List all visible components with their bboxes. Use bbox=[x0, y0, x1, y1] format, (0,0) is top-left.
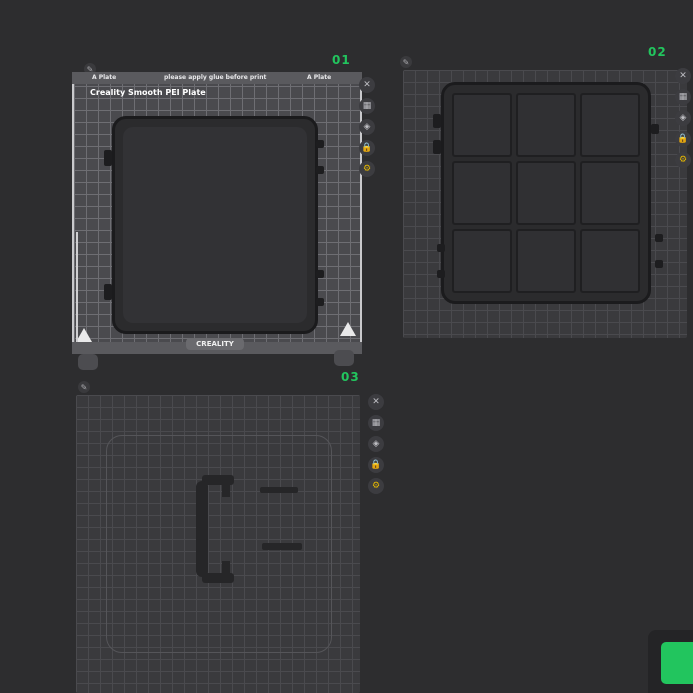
plate-01-toolbar: ✕ ▦ ◈ 🔒 ⚙ bbox=[359, 77, 375, 177]
plate-01-title: Creality Smooth PEI Plate bbox=[90, 88, 206, 97]
plate-03-edit-icon[interactable]: ✎ bbox=[78, 381, 90, 393]
bracket-spine bbox=[196, 481, 208, 577]
plate-01-header-left: A Plate bbox=[92, 74, 117, 81]
orient-icon[interactable]: ◈ bbox=[368, 436, 384, 452]
tray-handle bbox=[655, 234, 663, 242]
plate-02-edit-icon[interactable]: ✎ bbox=[400, 56, 412, 68]
tray-handle bbox=[316, 270, 324, 278]
edit-glyph: ✎ bbox=[402, 57, 410, 67]
plate-03-clip-part[interactable] bbox=[262, 543, 302, 550]
close-icon[interactable]: ✕ bbox=[359, 77, 375, 93]
plate-03-number: 03 bbox=[341, 370, 360, 384]
plate-02-number: 02 bbox=[648, 45, 667, 59]
orient-icon[interactable]: ◈ bbox=[359, 119, 375, 135]
tray-handle bbox=[316, 140, 324, 148]
plate-03[interactable]: ✎ 03 ✕ ▦ ◈ 🔒 ⚙ bbox=[0, 365, 400, 693]
settings-icon[interactable]: ⚙ bbox=[368, 478, 384, 494]
close-icon[interactable]: ✕ bbox=[675, 68, 691, 84]
tray-cell bbox=[516, 229, 576, 293]
arrange-icon[interactable]: ▦ bbox=[675, 89, 691, 105]
tray-inner bbox=[123, 127, 307, 323]
tray-cell bbox=[580, 93, 640, 157]
tray-handle bbox=[104, 150, 112, 166]
plate-01-model-tray[interactable] bbox=[112, 116, 318, 334]
lock-icon[interactable]: 🔒 bbox=[359, 140, 375, 156]
tray-cell bbox=[516, 93, 576, 157]
plate-03-clip-part[interactable] bbox=[260, 487, 298, 493]
tray-handle bbox=[651, 124, 659, 134]
tray-handle bbox=[316, 166, 324, 174]
arrange-icon[interactable]: ▦ bbox=[368, 415, 384, 431]
slice-button[interactable] bbox=[661, 642, 693, 684]
plate-02-model-tray[interactable] bbox=[441, 82, 651, 304]
orient-icon[interactable]: ◈ bbox=[675, 110, 691, 126]
bracket-tab bbox=[222, 561, 230, 583]
warning-left-icon bbox=[76, 328, 92, 342]
tray-cell bbox=[452, 229, 512, 293]
plate-03-bracket-part[interactable] bbox=[196, 475, 234, 583]
tray-handle bbox=[437, 244, 445, 252]
tray-handle bbox=[655, 260, 663, 268]
tray-cell bbox=[452, 161, 512, 225]
edit-glyph: ✎ bbox=[80, 382, 88, 392]
plate-01-brand: CREALITY bbox=[186, 338, 244, 350]
bracket-tab bbox=[222, 475, 230, 497]
tray-handle bbox=[437, 270, 445, 278]
tray-cell bbox=[452, 93, 512, 157]
tray-cell bbox=[580, 229, 640, 293]
plate-01-header-center: please apply glue before print bbox=[164, 74, 267, 81]
axis-indicator-icon bbox=[76, 232, 78, 342]
warning-right-icon bbox=[340, 322, 356, 336]
bed-corner-fan-right-icon bbox=[334, 350, 354, 366]
plate-02[interactable]: ✎ 02 ✕ ▦ ◈ 🔒 ⚙ bbox=[395, 40, 693, 350]
plate-02-toolbar: ✕ ▦ ◈ 🔒 ⚙ bbox=[675, 68, 691, 168]
tray-handle bbox=[316, 298, 324, 306]
arrange-icon[interactable]: ▦ bbox=[359, 98, 375, 114]
tray-cell bbox=[580, 161, 640, 225]
tray-handle bbox=[433, 140, 441, 154]
plate-01-number: 01 bbox=[332, 53, 351, 67]
close-icon[interactable]: ✕ bbox=[368, 394, 384, 410]
tray-handle bbox=[104, 284, 112, 300]
lock-icon[interactable]: 🔒 bbox=[368, 457, 384, 473]
settings-icon[interactable]: ⚙ bbox=[675, 152, 691, 168]
lock-icon[interactable]: 🔒 bbox=[675, 131, 691, 147]
tray-cell bbox=[516, 161, 576, 225]
plate-01-header-right: A Plate bbox=[307, 74, 332, 81]
tray-handle bbox=[433, 114, 441, 128]
plate-03-toolbar: ✕ ▦ ◈ 🔒 ⚙ bbox=[368, 394, 384, 494]
plate-01-header: A Plate please apply glue before print A… bbox=[72, 72, 362, 84]
plate-01[interactable]: ✎ 01 A Plate please apply glue before pr… bbox=[0, 0, 400, 380]
settings-icon[interactable]: ⚙ bbox=[359, 161, 375, 177]
